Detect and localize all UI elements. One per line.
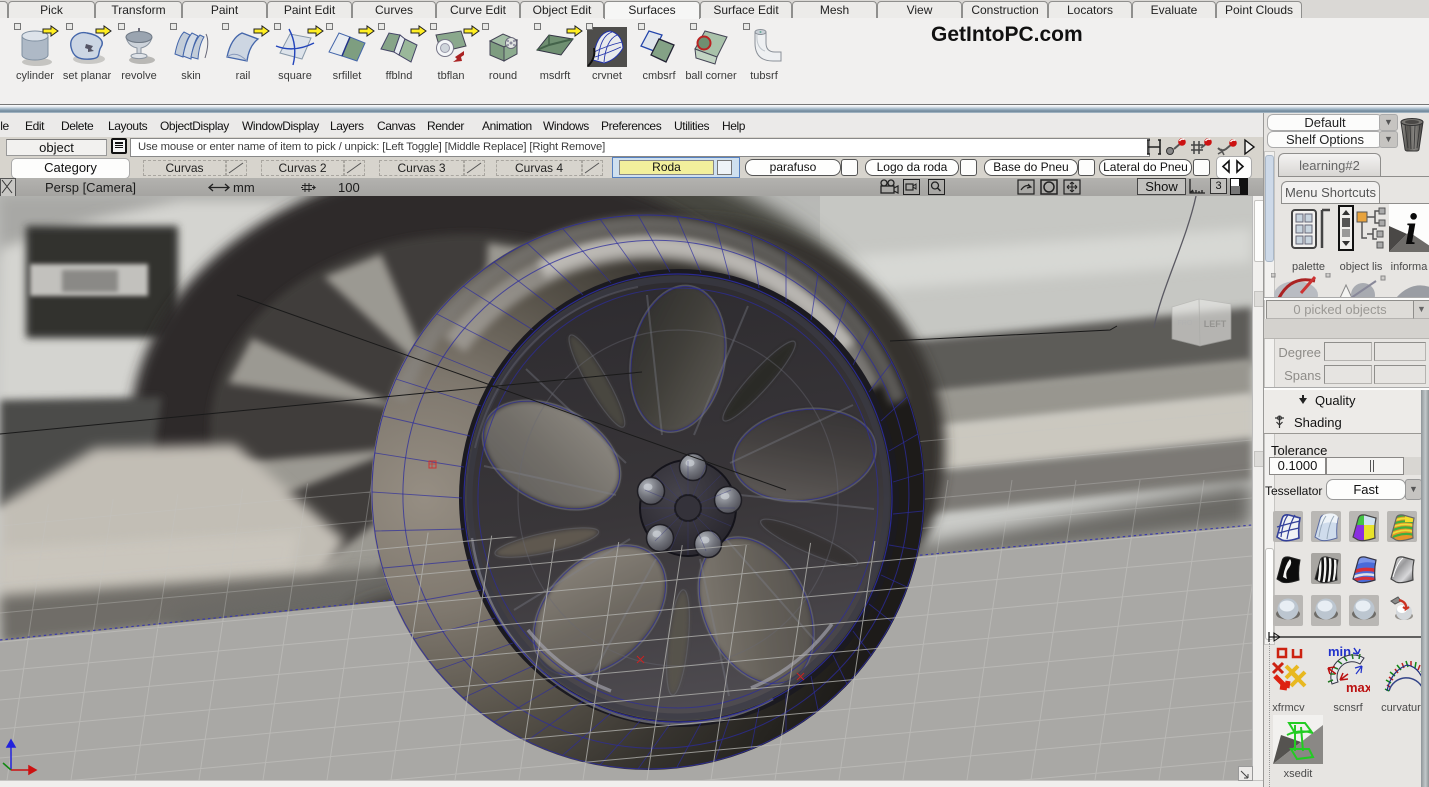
svg-text:i: i	[1405, 205, 1418, 252]
svg-text:FRO: FRO	[1178, 320, 1193, 327]
svg-text:max: max	[1346, 680, 1370, 695]
svg-text:LEFT: LEFT	[1204, 319, 1227, 329]
